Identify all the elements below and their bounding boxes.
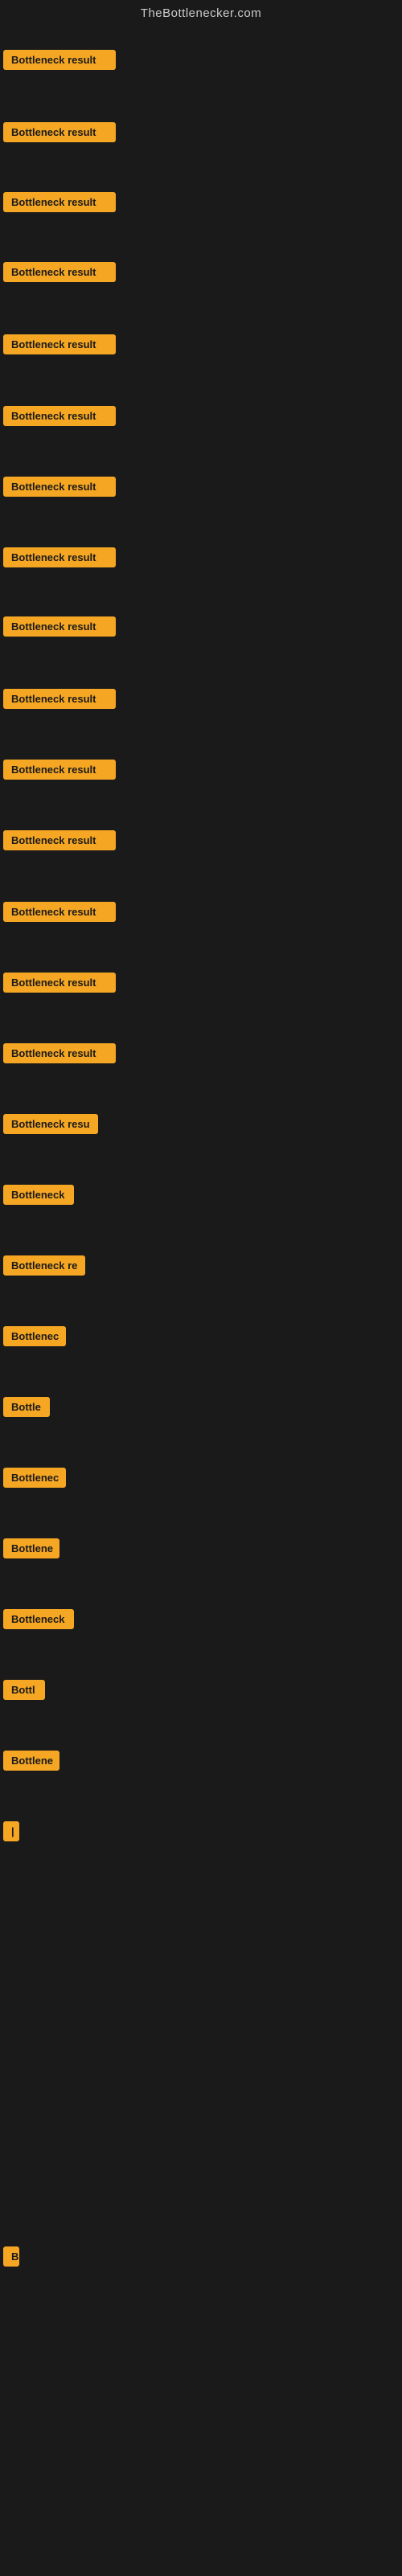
bottleneck-badge-4: Bottleneck result	[3, 262, 116, 282]
bottleneck-item-26[interactable]: |	[3, 1821, 19, 1845]
bottleneck-badge-16: Bottleneck resu	[3, 1114, 98, 1134]
bottleneck-item-24[interactable]: Bottl	[3, 1680, 45, 1704]
bottleneck-badge-18: Bottleneck re	[3, 1255, 85, 1276]
bottleneck-badge-20: Bottle	[3, 1397, 50, 1417]
bottleneck-badge-21: Bottlenec	[3, 1468, 66, 1488]
bottleneck-badge-26: |	[3, 1821, 19, 1841]
bottleneck-badge-22: Bottlene	[3, 1538, 59, 1558]
bottleneck-item-3[interactable]: Bottleneck result	[3, 192, 116, 216]
bottleneck-item-1[interactable]: Bottleneck result	[3, 50, 116, 74]
bottleneck-badge-25: Bottlene	[3, 1751, 59, 1771]
bottleneck-item-15[interactable]: Bottleneck result	[3, 1043, 116, 1067]
bottleneck-badge-5: Bottleneck result	[3, 334, 116, 354]
bottleneck-item-22[interactable]: Bottlene	[3, 1538, 59, 1562]
bottleneck-badge-14: Bottleneck result	[3, 973, 116, 993]
bottleneck-item-27[interactable]: B	[3, 2246, 19, 2271]
bottleneck-item-14[interactable]: Bottleneck result	[3, 973, 116, 997]
page-wrapper: TheBottlenecker.com Bottleneck resultBot…	[0, 0, 402, 2576]
bottleneck-badge-11: Bottleneck result	[3, 760, 116, 780]
bottleneck-badge-13: Bottleneck result	[3, 902, 116, 922]
site-title: TheBottlenecker.com	[0, 0, 402, 28]
bottleneck-badge-24: Bottl	[3, 1680, 45, 1700]
bottleneck-badge-15: Bottleneck result	[3, 1043, 116, 1063]
bottleneck-item-13[interactable]: Bottleneck result	[3, 902, 116, 926]
bottleneck-item-7[interactable]: Bottleneck result	[3, 477, 116, 501]
bottleneck-item-20[interactable]: Bottle	[3, 1397, 50, 1421]
bottleneck-badge-9: Bottleneck result	[3, 616, 116, 637]
bottleneck-item-6[interactable]: Bottleneck result	[3, 406, 116, 430]
bottleneck-badge-17: Bottleneck	[3, 1185, 74, 1205]
bottleneck-item-10[interactable]: Bottleneck result	[3, 689, 116, 713]
bottleneck-item-8[interactable]: Bottleneck result	[3, 547, 116, 571]
bottleneck-badge-27: B	[3, 2246, 19, 2267]
bottleneck-badge-23: Bottleneck	[3, 1609, 74, 1629]
bottleneck-badge-2: Bottleneck result	[3, 122, 116, 142]
bottleneck-item-9[interactable]: Bottleneck result	[3, 616, 116, 641]
bottleneck-item-23[interactable]: Bottleneck	[3, 1609, 74, 1633]
bottleneck-item-12[interactable]: Bottleneck result	[3, 830, 116, 854]
bottleneck-item-5[interactable]: Bottleneck result	[3, 334, 116, 358]
bottleneck-badge-19: Bottlenec	[3, 1326, 66, 1346]
bottleneck-item-19[interactable]: Bottlenec	[3, 1326, 66, 1350]
bottleneck-item-18[interactable]: Bottleneck re	[3, 1255, 85, 1280]
bottleneck-badge-7: Bottleneck result	[3, 477, 116, 497]
bottleneck-item-16[interactable]: Bottleneck resu	[3, 1114, 98, 1138]
bottleneck-item-17[interactable]: Bottleneck	[3, 1185, 74, 1209]
bottleneck-badge-10: Bottleneck result	[3, 689, 116, 709]
bottleneck-badge-12: Bottleneck result	[3, 830, 116, 850]
bottleneck-badge-6: Bottleneck result	[3, 406, 116, 426]
bottleneck-badge-3: Bottleneck result	[3, 192, 116, 212]
bottleneck-item-2[interactable]: Bottleneck result	[3, 122, 116, 146]
bottleneck-item-4[interactable]: Bottleneck result	[3, 262, 116, 286]
bottleneck-badge-1: Bottleneck result	[3, 50, 116, 70]
bottleneck-item-25[interactable]: Bottlene	[3, 1751, 59, 1775]
bottleneck-item-21[interactable]: Bottlenec	[3, 1468, 66, 1492]
bottleneck-item-11[interactable]: Bottleneck result	[3, 760, 116, 784]
bottleneck-badge-8: Bottleneck result	[3, 547, 116, 567]
items-container: Bottleneck result Bottleneck result Bottle…	[0, 28, 402, 2576]
